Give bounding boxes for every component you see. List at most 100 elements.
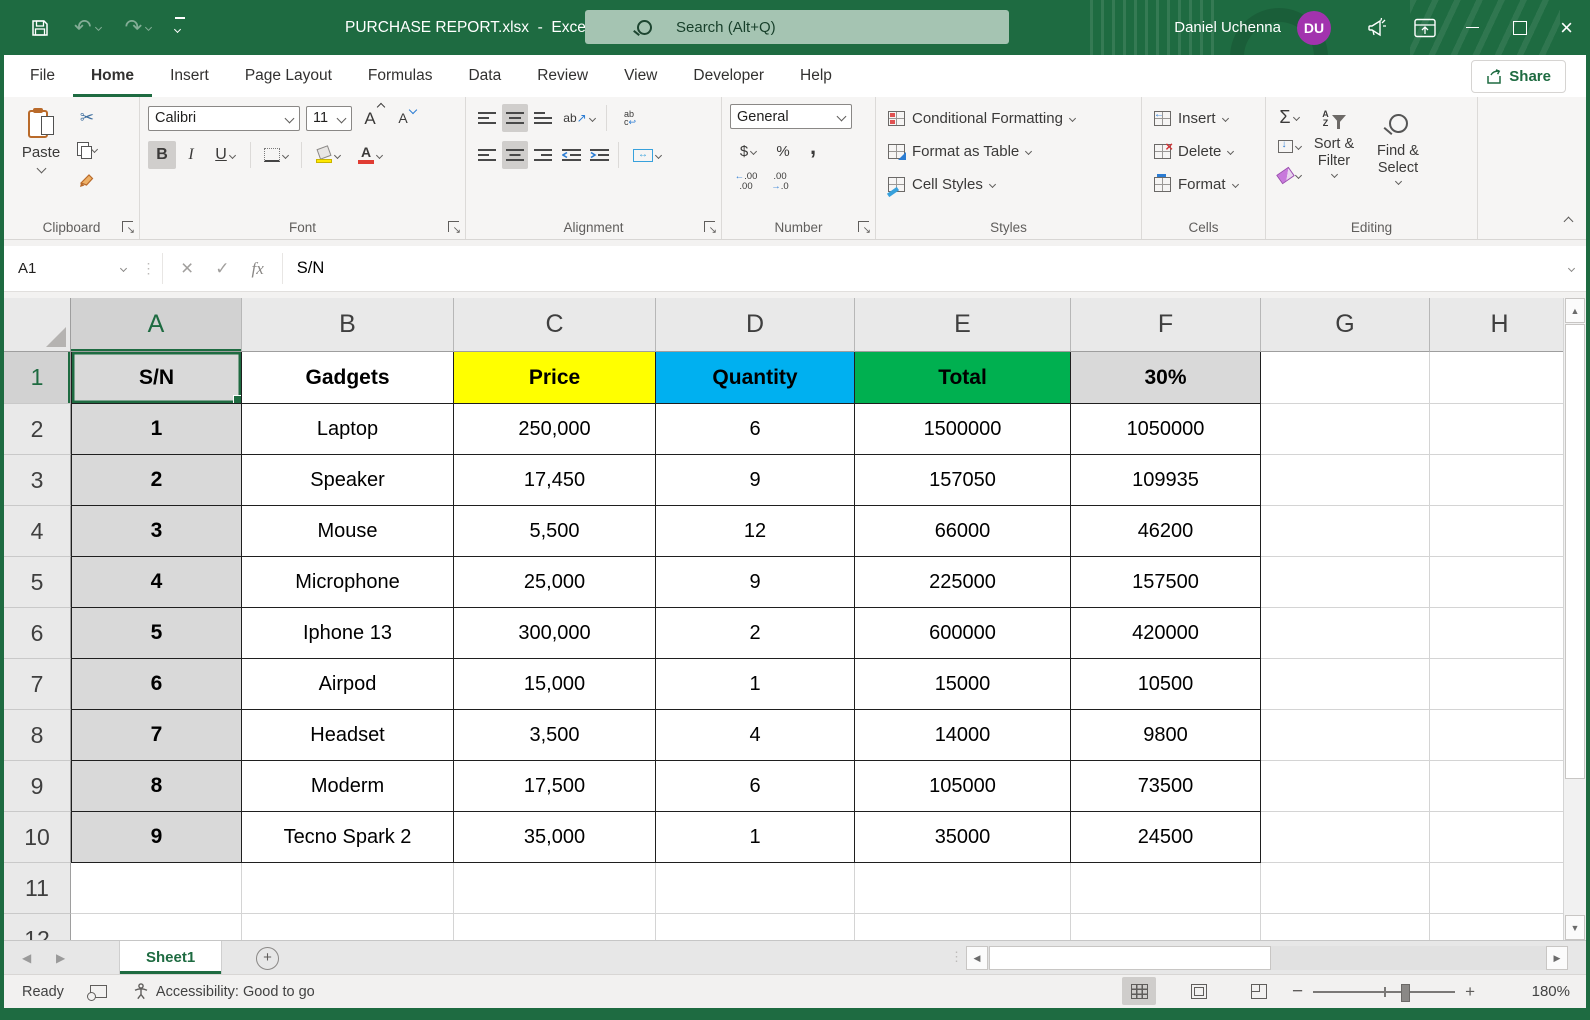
column-header-C[interactable]: C [454, 298, 656, 352]
next-sheet-button[interactable]: ▶ [56, 941, 65, 974]
row-header-5[interactable]: 5 [4, 557, 71, 608]
row-header-2[interactable]: 2 [4, 404, 71, 455]
cell-G12[interactable] [1261, 914, 1430, 940]
avatar[interactable]: DU [1297, 11, 1331, 45]
decrease-decimal-button[interactable]: .00→.0 [764, 169, 796, 195]
clipboard-dialog-launcher[interactable] [122, 221, 133, 232]
cell-F1[interactable]: 30% [1071, 352, 1261, 404]
undo-button[interactable]: ↶ [74, 17, 101, 38]
cell-E6[interactable]: 600000 [855, 608, 1071, 659]
tab-insert[interactable]: Insert [152, 55, 227, 97]
name-box[interactable]: A1 [4, 246, 136, 291]
cell-G3[interactable] [1261, 455, 1430, 506]
cut-button[interactable]: ✂ [74, 104, 100, 132]
cell-A10[interactable]: 9 [71, 812, 242, 863]
page-layout-view-button[interactable] [1182, 977, 1216, 1005]
cell-B4[interactable]: Mouse [242, 506, 454, 557]
cell-E12[interactable] [855, 914, 1071, 940]
increase-indent-button[interactable] [586, 141, 612, 169]
bold-button[interactable]: B [148, 141, 176, 169]
zoom-slider[interactable] [1313, 991, 1455, 993]
cell-D11[interactable] [656, 863, 855, 914]
previous-sheet-button[interactable]: ◀ [22, 941, 31, 974]
cell-B5[interactable]: Microphone [242, 557, 454, 608]
cell-D5[interactable]: 9 [656, 557, 855, 608]
cell-C2[interactable]: 250,000 [454, 404, 656, 455]
row-header-12[interactable]: 12 [4, 914, 71, 940]
align-top-button[interactable] [474, 104, 500, 132]
cell-B11[interactable] [242, 863, 454, 914]
macro-record-icon[interactable] [90, 985, 107, 998]
cell-C6[interactable]: 300,000 [454, 608, 656, 659]
cell-A2[interactable]: 1 [71, 404, 242, 455]
cell-B8[interactable]: Headset [242, 710, 454, 761]
cell-A12[interactable] [71, 914, 242, 940]
cell-C8[interactable]: 3,500 [454, 710, 656, 761]
tab-file[interactable]: File [12, 55, 73, 97]
cell-D9[interactable]: 6 [656, 761, 855, 812]
shrink-font-button[interactable]: A [388, 104, 418, 132]
cell-E8[interactable]: 14000 [855, 710, 1071, 761]
cell-F4[interactable]: 46200 [1071, 506, 1261, 557]
cell-F3[interactable]: 109935 [1071, 455, 1261, 506]
cell-H7[interactable] [1430, 659, 1563, 710]
row-header-9[interactable]: 9 [4, 761, 71, 812]
underline-button[interactable]: U [206, 141, 244, 169]
row-header-6[interactable]: 6 [4, 608, 71, 659]
cell-E11[interactable] [855, 863, 1071, 914]
search-box[interactable]: Search (Alt+Q) [585, 10, 1009, 44]
cell-G4[interactable] [1261, 506, 1430, 557]
cell-B6[interactable]: Iphone 13 [242, 608, 454, 659]
fill-button[interactable] [1276, 133, 1302, 159]
cell-H9[interactable] [1430, 761, 1563, 812]
merge-center-button[interactable] [625, 141, 669, 169]
scrollbar-resize-handle[interactable]: ⋮ [950, 949, 964, 965]
close-button[interactable]: × [1543, 0, 1590, 55]
cell-H12[interactable] [1430, 914, 1563, 940]
align-right-button[interactable] [530, 141, 556, 169]
percent-style-button[interactable]: % [768, 137, 798, 165]
row-header-1[interactable]: 1 [4, 352, 71, 404]
cell-D7[interactable]: 1 [656, 659, 855, 710]
align-middle-button[interactable] [502, 104, 528, 132]
cell-E4[interactable]: 66000 [855, 506, 1071, 557]
number-dialog-launcher[interactable] [858, 221, 869, 232]
column-header-B[interactable]: B [242, 298, 454, 352]
row-header-10[interactable]: 10 [4, 812, 71, 863]
cell-G6[interactable] [1261, 608, 1430, 659]
cell-F9[interactable]: 73500 [1071, 761, 1261, 812]
cell-B10[interactable]: Tecno Spark 2 [242, 812, 454, 863]
cell-A5[interactable]: 4 [71, 557, 242, 608]
cell-C3[interactable]: 17,450 [454, 455, 656, 506]
tab-view[interactable]: View [606, 55, 675, 97]
cell-B9[interactable]: Moderm [242, 761, 454, 812]
cancel-button[interactable]: × [181, 258, 193, 279]
scroll-up-button[interactable]: ▲ [1565, 298, 1585, 323]
cell-G2[interactable] [1261, 404, 1430, 455]
cell-H11[interactable] [1430, 863, 1563, 914]
tab-page-layout[interactable]: Page Layout [227, 55, 350, 97]
column-header-A[interactable]: A [71, 298, 242, 352]
alignment-dialog-launcher[interactable] [704, 221, 715, 232]
align-center-button[interactable] [502, 141, 528, 169]
new-sheet-button[interactable]: + [256, 947, 279, 970]
scroll-down-button[interactable]: ▼ [1565, 915, 1585, 940]
cell-A7[interactable]: 6 [71, 659, 242, 710]
row-header-4[interactable]: 4 [4, 506, 71, 557]
cell-B2[interactable]: Laptop [242, 404, 454, 455]
format-as-table-button[interactable]: Format as Table [888, 137, 1133, 166]
delete-cells-button[interactable]: Delete [1154, 137, 1257, 166]
cell-H2[interactable] [1430, 404, 1563, 455]
paste-button[interactable]: Paste [12, 104, 70, 218]
comma-style-button[interactable]: , [800, 137, 826, 165]
borders-button[interactable] [257, 141, 295, 169]
accessibility-status[interactable]: Accessibility: Good to go [133, 983, 315, 1000]
cell-C4[interactable]: 5,500 [454, 506, 656, 557]
cell-E5[interactable]: 225000 [855, 557, 1071, 608]
cell-G10[interactable] [1261, 812, 1430, 863]
cell-F2[interactable]: 1050000 [1071, 404, 1261, 455]
cell-C9[interactable]: 17,500 [454, 761, 656, 812]
cell-D6[interactable]: 2 [656, 608, 855, 659]
format-painter-button[interactable] [74, 166, 100, 194]
column-header-F[interactable]: F [1071, 298, 1261, 352]
